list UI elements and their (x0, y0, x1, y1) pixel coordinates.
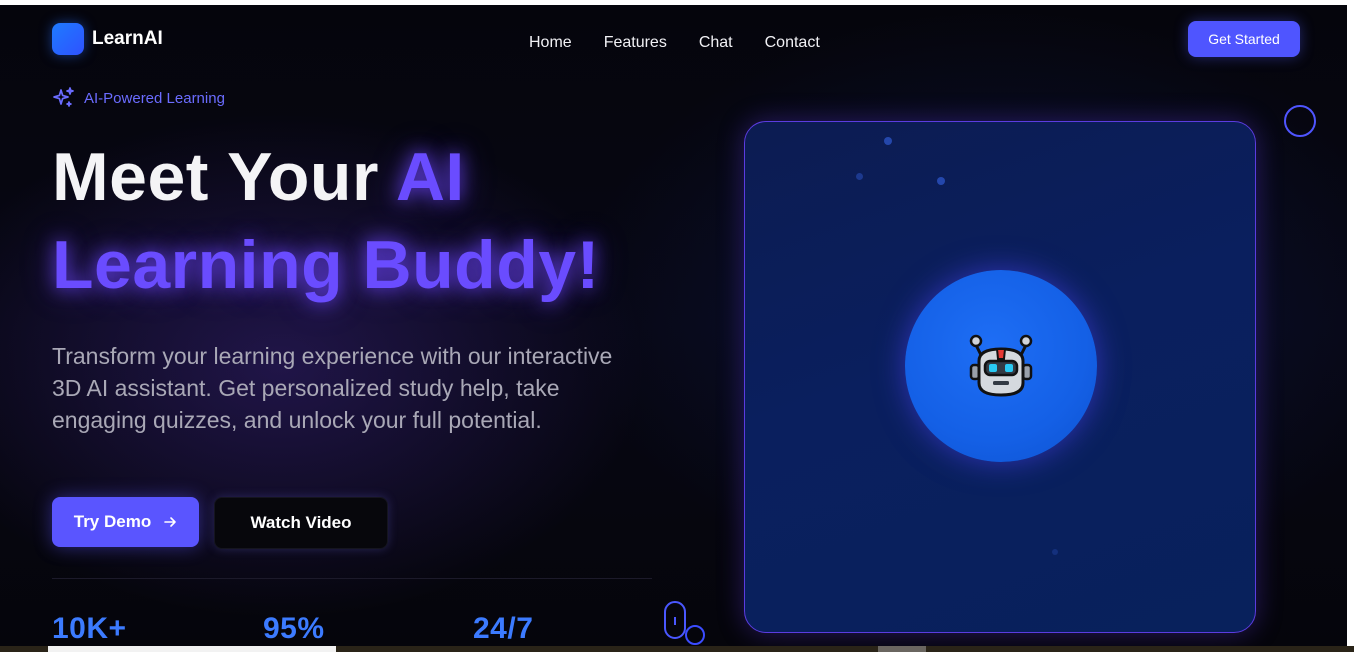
ai-assistant-card[interactable] (744, 121, 1256, 633)
particle (856, 173, 863, 180)
hero-title-part: Meet Your (52, 139, 396, 215)
assistant-orb[interactable] (905, 270, 1097, 462)
nav-home[interactable]: Home (529, 34, 572, 52)
hero-title-line2: Learning Buddy! (52, 227, 600, 303)
nav-features[interactable]: Features (604, 34, 667, 52)
sparkles-icon (53, 87, 74, 107)
hero-title-accent: AI (395, 139, 465, 215)
particle (1052, 549, 1058, 555)
taskbar-strip (0, 646, 1354, 652)
robot-icon (969, 334, 1033, 397)
window-edge (1347, 5, 1354, 646)
hero-description: Transform your learning experience with … (52, 343, 613, 433)
arrow-right-icon (164, 517, 177, 527)
badge-label: AI-Powered Learning (84, 89, 225, 107)
stat-availability: 24/7 (473, 612, 534, 645)
stat-users: 10K+ (52, 612, 127, 645)
scroll-wheel (674, 617, 676, 625)
watch-video-button[interactable]: Watch Video (214, 497, 388, 549)
particle (884, 137, 892, 145)
particle (937, 177, 945, 185)
try-demo-button[interactable]: Try Demo (52, 497, 199, 547)
decorative-ring-icon (1284, 105, 1316, 137)
scroll-indicator-icon[interactable] (664, 601, 686, 639)
nav-contact[interactable]: Contact (765, 34, 820, 52)
nav-chat[interactable]: Chat (699, 34, 733, 52)
hero-badge: AI-Powered Learning (52, 86, 225, 110)
divider (52, 578, 652, 579)
try-demo-label: Try Demo (73, 512, 152, 531)
brand-name: LearnAI (92, 28, 163, 49)
logo[interactable]: LearnAI (52, 23, 163, 55)
taskbar-segment (878, 646, 926, 652)
landing-page: LearnAI Home Features Chat Contact Get S… (0, 5, 1347, 646)
hero-title: Meet Your AI Learning Buddy! (52, 133, 600, 309)
logo-mark-icon (52, 23, 84, 55)
stat-success: 95% (263, 612, 325, 645)
decorative-ring-icon (685, 625, 705, 645)
get-started-button[interactable]: Get Started (1188, 21, 1300, 57)
watch-video-label: Watch Video (250, 513, 352, 532)
taskbar-segment (48, 646, 336, 652)
main-nav: Home Features Chat Contact (529, 34, 852, 52)
